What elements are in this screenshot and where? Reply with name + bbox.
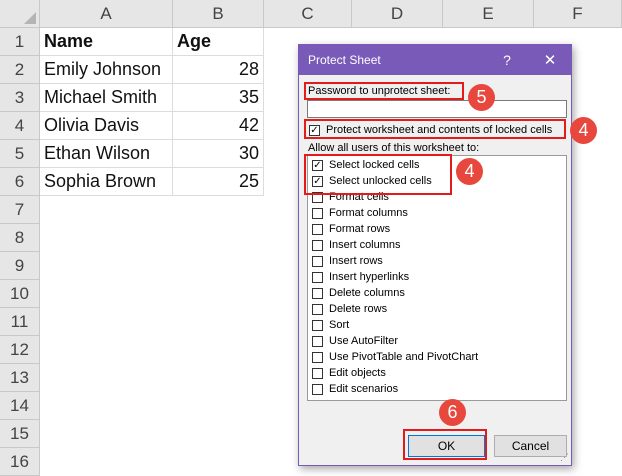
permission-checkbox[interactable] [312, 224, 323, 235]
step-badge-4b: 4 [456, 158, 483, 185]
step-badge-6: 6 [439, 399, 466, 426]
permission-label[interactable]: Sort [329, 319, 349, 331]
permission-label[interactable]: Delete rows [329, 303, 387, 315]
permission-label[interactable]: Use PivotTable and PivotChart [329, 351, 478, 363]
column-header-f[interactable]: F [534, 0, 622, 28]
row-header-3[interactable]: 3 [0, 84, 40, 112]
dialog-titlebar[interactable]: Protect Sheet ? ✕ [299, 45, 571, 75]
permission-checkbox[interactable] [312, 272, 323, 283]
row-header-15[interactable]: 15 [0, 420, 40, 448]
permission-label[interactable]: Insert rows [329, 255, 383, 267]
cell-name[interactable]: Olivia Davis [40, 112, 173, 140]
row-header-9[interactable]: 9 [0, 252, 40, 280]
row-header-8[interactable]: 8 [0, 224, 40, 252]
dialog-title: Protect Sheet [308, 53, 381, 67]
highlight-protect-checkbox [304, 119, 566, 139]
row-header-7[interactable]: 7 [0, 196, 40, 224]
select-all-corner[interactable] [0, 0, 40, 28]
column-header-d[interactable]: D [352, 0, 443, 28]
row-header-12[interactable]: 12 [0, 336, 40, 364]
permission-checkbox[interactable] [312, 368, 323, 379]
cell-name[interactable]: Michael Smith [40, 84, 173, 112]
allow-users-label: Allow all users of this worksheet to: [308, 142, 480, 154]
step-badge-5: 5 [468, 84, 495, 111]
cell-b1[interactable]: Age [173, 28, 264, 56]
row-header-2[interactable]: 2 [0, 56, 40, 84]
permission-label[interactable]: Delete columns [329, 287, 405, 299]
permission-checkbox[interactable] [312, 288, 323, 299]
permission-checkbox[interactable] [312, 352, 323, 363]
highlight-ok-button [403, 429, 487, 460]
help-button[interactable]: ? [497, 49, 517, 71]
permission-checkbox[interactable] [312, 240, 323, 251]
cell-name[interactable]: Sophia Brown [40, 168, 173, 196]
cell-age[interactable]: 25 [173, 168, 264, 196]
cell-name[interactable]: Ethan Wilson [40, 140, 173, 168]
row-header-14[interactable]: 14 [0, 392, 40, 420]
row-header-13[interactable]: 13 [0, 364, 40, 392]
permission-checkbox[interactable] [312, 304, 323, 315]
permission-label[interactable]: Insert hyperlinks [329, 271, 409, 283]
cell-age[interactable]: 42 [173, 112, 264, 140]
row-header-5[interactable]: 5 [0, 140, 40, 168]
resize-grip-icon[interactable]: ⋰ [560, 452, 569, 463]
permission-label[interactable]: Format columns [329, 207, 408, 219]
step-badge-4: 4 [570, 117, 597, 144]
highlight-select-cells [304, 154, 452, 195]
highlight-password-label [304, 82, 464, 100]
cell-age[interactable]: 30 [173, 140, 264, 168]
permission-checkbox[interactable] [312, 336, 323, 347]
cell-a1[interactable]: Name [40, 28, 173, 56]
row-header-6[interactable]: 6 [0, 168, 40, 196]
cell-age[interactable]: 28 [173, 56, 264, 84]
protect-sheet-dialog: Protect Sheet ? ✕ Password to unprotect … [298, 44, 572, 466]
column-header-a[interactable]: A [40, 0, 173, 28]
cancel-button[interactable]: Cancel [494, 435, 567, 457]
select-all-icon [24, 12, 36, 24]
column-header-b[interactable]: B [173, 0, 264, 28]
column-header-e[interactable]: E [443, 0, 534, 28]
cell-age[interactable]: 35 [173, 84, 264, 112]
permission-label[interactable]: Use AutoFilter [329, 335, 398, 347]
permission-checkbox[interactable] [312, 384, 323, 395]
row-header-4[interactable]: 4 [0, 112, 40, 140]
row-header-10[interactable]: 10 [0, 280, 40, 308]
permission-label[interactable]: Format rows [329, 223, 390, 235]
permission-checkbox[interactable] [312, 256, 323, 267]
row-header-1[interactable]: 1 [0, 28, 40, 56]
cell-name[interactable]: Emily Johnson [40, 56, 173, 84]
password-input[interactable] [307, 100, 567, 118]
permission-checkbox[interactable] [312, 320, 323, 331]
row-header-11[interactable]: 11 [0, 308, 40, 336]
permission-label[interactable]: Edit scenarios [329, 383, 398, 395]
column-header-c[interactable]: C [264, 0, 352, 28]
permission-checkbox[interactable] [312, 208, 323, 219]
permission-label[interactable]: Edit objects [329, 367, 386, 379]
row-header-16[interactable]: 16 [0, 448, 40, 476]
close-button[interactable]: ✕ [539, 49, 561, 71]
permission-label[interactable]: Insert columns [329, 239, 401, 251]
